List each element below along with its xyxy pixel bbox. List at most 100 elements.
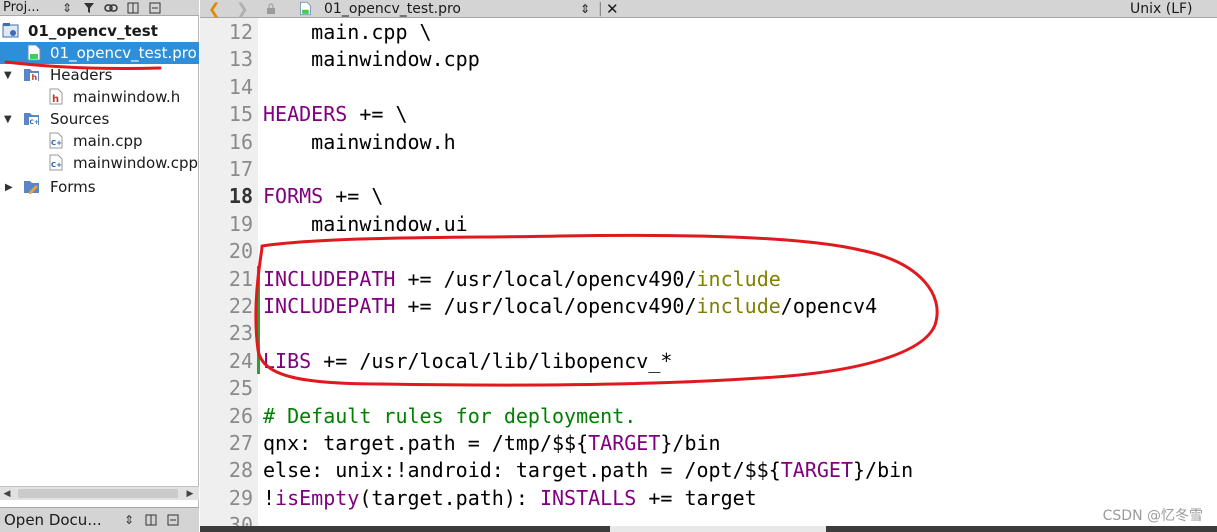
tree-item-mainwindow-h[interactable]: h mainwindow.h	[0, 86, 199, 108]
forms-folder-icon	[24, 181, 39, 194]
line-number: 22	[228, 294, 253, 318]
split-icon[interactable]	[140, 512, 162, 528]
line-number: 17	[228, 157, 253, 181]
tree-item-label: mainwindow.h	[73, 88, 181, 106]
tree-item-forms[interactable]: ▶ Forms	[0, 176, 199, 198]
code-line[interactable]: # Default rules for deployment.	[263, 403, 636, 430]
cpp-file-icon: C+	[49, 154, 63, 171]
keyword-token: TARGET	[780, 458, 854, 483]
lock-icon	[266, 0, 276, 17]
keyword-token: FORMS	[263, 184, 324, 209]
include-token: include	[696, 266, 781, 291]
collapse-arrow-icon[interactable]: ▶	[5, 182, 13, 193]
tree-item-label: 01_opencv_test.pro	[50, 44, 197, 62]
code-token: qnx: target.path = /tmp/$${	[263, 431, 589, 455]
scroll-right-icon[interactable]: ▶	[183, 487, 197, 500]
editor-bottom-scrollbar[interactable]	[200, 526, 1217, 532]
code-line[interactable]: LIBS += /usr/local/lib/libopencv_*	[263, 348, 672, 375]
project-tree: 01_opencv_test 01_opencv_test.pro ▼ h He…	[0, 18, 199, 484]
code-token: mainwindow.h	[263, 129, 456, 154]
pro-file-icon	[27, 44, 41, 61]
project-panel-title[interactable]: Proj...	[0, 0, 56, 15]
code-line[interactable]: INCLUDEPATH += /usr/local/opencv490/incl…	[263, 266, 781, 293]
line-number: 23	[228, 321, 253, 346]
line-number: 19	[228, 211, 253, 236]
svg-text:h: h	[32, 73, 38, 82]
line-number: 29	[228, 485, 253, 510]
code-token: mainwindow.ui	[263, 211, 468, 236]
qt-project-icon	[2, 23, 19, 38]
code-line[interactable]: INCLUDEPATH += /usr/local/opencv490/incl…	[263, 293, 877, 320]
change-marker	[257, 266, 260, 374]
expand-arrow-icon[interactable]: ▼	[4, 70, 12, 81]
line-number: 25	[228, 376, 253, 401]
code-line[interactable]: mainwindow.ui	[263, 211, 468, 238]
tree-item-label: Headers	[50, 66, 113, 84]
include-token: include	[696, 294, 781, 318]
watermark: CSDN @忆冬雪	[1102, 508, 1203, 524]
svg-text:h: h	[52, 94, 59, 105]
code-token: += \	[323, 184, 384, 209]
project-panel: Proj... ⇕ 01_opencv_test 01_opencv_test.…	[0, 0, 199, 532]
code-token: (target.path):	[359, 485, 540, 510]
open-documents-label[interactable]: Open Docu...	[0, 511, 118, 529]
code-line[interactable]: else: unix:!android: target.path = /opt/…	[263, 457, 913, 484]
tree-item-mainwindow-cpp[interactable]: C+ mainwindow.cpp	[0, 152, 199, 174]
file-dropdown-chevron-icon[interactable]: ⇕	[580, 0, 590, 17]
back-arrow-icon[interactable]: ❮	[208, 0, 221, 18]
tree-item-pro-file[interactable]: 01_opencv_test.pro	[0, 42, 199, 64]
line-number: 13	[228, 47, 253, 72]
code-line[interactable]: qnx: target.path = /tmp/$${TARGET}/bin	[263, 430, 721, 457]
keyword-token: TARGET	[588, 431, 661, 455]
close-panel-icon[interactable]	[162, 512, 184, 528]
keyword-token: INCLUDEPATH	[263, 266, 396, 291]
code-line[interactable]: main.cpp \	[263, 19, 431, 46]
split-icon[interactable]	[122, 0, 144, 15]
scrollbar-thumb[interactable]	[610, 526, 826, 532]
code-token: += target	[636, 485, 757, 510]
code-token: += /usr/local/opencv490/	[395, 294, 697, 318]
line-number: 26	[228, 403, 253, 428]
code-token: !	[263, 485, 276, 510]
code-line[interactable]: FORMS += \	[263, 183, 383, 210]
code-token: += /usr/local/opencv490/	[395, 266, 697, 291]
tree-item-project[interactable]: 01_opencv_test	[0, 20, 199, 42]
code-token: }/bin	[853, 458, 914, 483]
tree-item-sources[interactable]: ▼ C+ Sources	[0, 108, 199, 130]
pro-file-icon	[298, 0, 312, 17]
link-icon[interactable]	[100, 0, 122, 15]
tree-item-label: Forms	[50, 178, 96, 196]
scrollbar-thumb[interactable]	[18, 489, 178, 498]
expand-arrow-icon[interactable]: ▼	[4, 114, 12, 125]
tree-item-main-cpp[interactable]: C+ main.cpp	[0, 130, 199, 152]
sort-chevron-icon[interactable]: ⇕	[56, 0, 78, 15]
scroll-left-icon[interactable]: ◀	[0, 487, 14, 500]
code-line[interactable]: HEADERS += \	[263, 101, 408, 128]
filter-icon[interactable]	[78, 0, 100, 15]
separator: |	[598, 0, 603, 17]
forward-arrow-icon[interactable]: ❯	[236, 0, 249, 18]
line-number: 21	[228, 266, 253, 291]
open-file-name[interactable]: 01_opencv_test.pro	[324, 0, 461, 17]
keyword-token: isEmpty	[275, 485, 360, 510]
code-line[interactable]: mainwindow.h	[263, 129, 456, 156]
sort-chevron-icon[interactable]: ⇕	[118, 512, 140, 528]
line-ending-selector[interactable]: Unix (LF)	[1130, 0, 1193, 17]
tree-item-label: mainwindow.cpp	[73, 154, 199, 172]
project-panel-toolbar: Proj... ⇕	[0, 0, 199, 16]
editor-toolbar: ❮ ❯ 01_opencv_test.pro ⇕ | ✕ Unix (LF)	[200, 0, 1217, 18]
line-number: 15	[228, 102, 253, 127]
svg-text:C+: C+	[51, 139, 62, 147]
code-token: += \	[347, 102, 408, 127]
code-line[interactable]: !isEmpty(target.path): INSTALLS += targe…	[263, 485, 757, 512]
code-line[interactable]: mainwindow.cpp	[263, 46, 480, 73]
tree-horizontal-scrollbar[interactable]: ◀ ▶	[0, 486, 199, 500]
code-token: else: unix:!android: target.path = /opt/…	[263, 458, 781, 483]
tree-item-headers[interactable]: ▼ h Headers	[0, 64, 199, 86]
close-panel-icon[interactable]	[144, 0, 166, 15]
line-number: 18	[228, 184, 253, 209]
code-token: += /usr/local/lib/libopencv_*	[311, 348, 673, 373]
line-number: 14	[228, 74, 253, 99]
close-file-icon[interactable]: ✕	[606, 0, 619, 18]
tree-item-label: 01_opencv_test	[28, 22, 158, 40]
